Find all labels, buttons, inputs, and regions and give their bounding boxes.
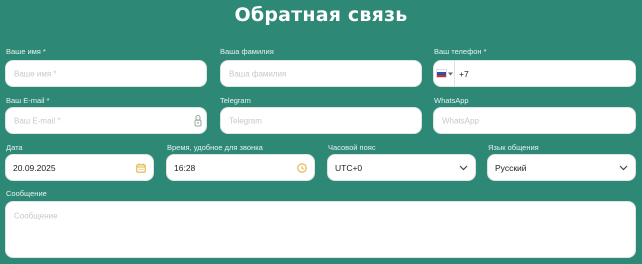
message-placeholder: Сообщение [14, 211, 58, 221]
message-textarea[interactable]: Сообщение [5, 201, 636, 258]
call-time-value: 16:28 [174, 162, 196, 173]
email-field[interactable]: Ваш E-mail * [5, 107, 207, 134]
email-placeholder: Ваш E-mail * [14, 116, 61, 125]
first-name-label: Ваше имя * [6, 47, 46, 56]
whatsapp-placeholder: WhatsApp [442, 116, 479, 125]
phone-label: Ваш телефон * [434, 47, 487, 56]
ru-flag-icon [435, 69, 447, 78]
telegram-label: Telegram [220, 96, 251, 105]
clock-icon[interactable] [297, 162, 307, 173]
phone-value: +7 [459, 68, 469, 79]
phone-field[interactable]: +7 [433, 60, 636, 87]
telegram-field[interactable]: Telegram [220, 107, 422, 134]
form-title: Обратная связь [234, 4, 408, 26]
timezone-value: UTC+0 [335, 162, 363, 173]
calendar-icon[interactable] [136, 163, 146, 173]
date-field[interactable]: 20.09.2025 [5, 154, 154, 181]
language-value: Русский [495, 162, 527, 173]
whatsapp-field[interactable]: WhatsApp [433, 107, 636, 134]
date-value: 20.09.2025 [13, 162, 56, 173]
timezone-label: Часовой пояс [328, 143, 376, 152]
last-name-placeholder: Ваша фамилия [229, 69, 287, 78]
first-name-placeholder: Ваше имя * [14, 69, 57, 78]
first-name-field[interactable]: Ваше имя * [5, 60, 207, 87]
call-time-field[interactable]: 16:28 [166, 154, 315, 181]
key-icon[interactable] [194, 114, 202, 127]
telegram-placeholder: Telegram [229, 116, 262, 125]
country-selector[interactable] [434, 61, 455, 86]
timezone-select[interactable]: UTC+0 [327, 154, 476, 181]
last-name-field[interactable]: Ваша фамилия [220, 60, 422, 87]
language-select[interactable]: Русский [487, 154, 636, 181]
date-label: Дата [6, 143, 23, 152]
language-label: Язык общения [488, 143, 539, 152]
whatsapp-label: WhatsApp [434, 96, 469, 105]
call-time-label: Время, удобное для звонка [167, 143, 263, 152]
last-name-label: Ваша фамилия [220, 47, 274, 56]
chevron-down-icon [459, 165, 468, 170]
chevron-down-icon [447, 72, 453, 75]
chevron-down-icon [619, 165, 628, 170]
email-label: Ваш E-mail * [6, 96, 50, 105]
message-label: Сообщение [6, 189, 47, 198]
